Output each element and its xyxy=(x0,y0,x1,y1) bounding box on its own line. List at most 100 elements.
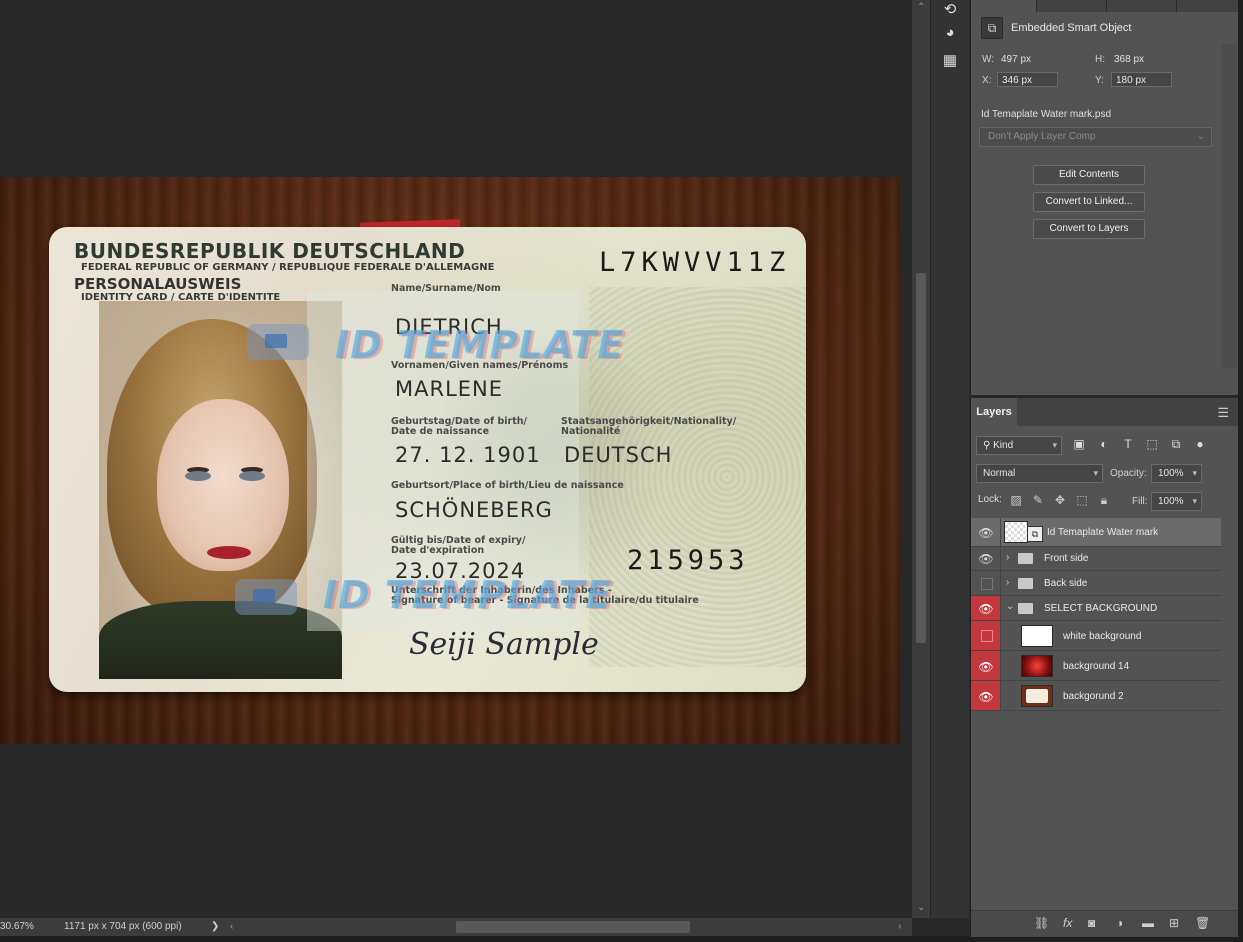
layer-name[interactable]: Back side xyxy=(1044,578,1087,589)
edit-contents-button[interactable]: Edit Contents xyxy=(1033,165,1145,185)
y-position-input[interactable]: 180 px xyxy=(1111,72,1172,87)
visibility-toggle[interactable]: 👁︎ xyxy=(971,596,1001,620)
pob-value: SCHÖNEBERG xyxy=(395,498,553,522)
horizontal-scrollbar-thumb[interactable] xyxy=(456,921,690,933)
visibility-toggle[interactable]: 👁︎ xyxy=(971,518,1001,546)
chevron-right-icon[interactable]: › xyxy=(1006,552,1009,563)
lock-artboard-icon[interactable]: ⬚ xyxy=(1075,493,1089,507)
lock-transparent-icon[interactable]: ▨ xyxy=(1009,493,1023,507)
layer-name[interactable]: Id Temaplate Water mark xyxy=(1047,527,1158,538)
scroll-up-icon[interactable]: ⌃ xyxy=(917,2,925,13)
lock-brush-icon[interactable]: ✎ xyxy=(1031,493,1045,507)
id-card: BUNDESREPUBLIK DEUTSCHLAND FEDERAL REPUB… xyxy=(49,227,806,692)
chevron-down-icon: ⌄ xyxy=(1196,131,1205,142)
chevron-right-icon[interactable]: › xyxy=(1006,577,1009,588)
layer-name[interactable]: backgorund 2 xyxy=(1063,691,1124,702)
watermark-logo-icon xyxy=(247,324,309,360)
new-group-icon[interactable]: ▬ xyxy=(1142,916,1154,930)
folder-icon xyxy=(1018,578,1033,589)
visibility-toggle[interactable]: 👁︎ xyxy=(971,681,1001,710)
tab-properties[interactable] xyxy=(971,0,1037,12)
adjustment-layer-icon[interactable]: ◑ xyxy=(1116,916,1123,930)
type-filter-icon[interactable]: T xyxy=(1121,437,1135,451)
layer-name[interactable]: background 14 xyxy=(1063,661,1129,672)
panel-menu-icon[interactable]: ☰ xyxy=(1217,405,1229,421)
layer-comp-value: Don't Apply Layer Comp xyxy=(988,131,1096,142)
layer-row[interactable]: 👁︎ › Front side xyxy=(971,546,1221,571)
status-arrow-icon[interactable]: ❯ xyxy=(211,921,219,932)
layer-name[interactable]: SELECT BACKGROUND xyxy=(1044,603,1157,614)
canvas-vertical-scrollbar[interactable]: ⌃ ⌄ xyxy=(912,0,930,918)
scrollbar-thumb[interactable] xyxy=(916,273,926,643)
can-number: 215953 xyxy=(627,545,749,576)
lock-move-icon[interactable]: ✥ xyxy=(1053,493,1067,507)
layer-row[interactable]: 👁︎ background 14 xyxy=(971,651,1221,681)
tab-libraries[interactable] xyxy=(1106,0,1177,12)
layer-comp-dropdown[interactable]: Don't Apply Layer Comp ⌄ xyxy=(979,127,1212,147)
filter-toggle-icon[interactable]: ● xyxy=(1193,437,1207,451)
surname-label: Name/Surname/Nom xyxy=(391,283,501,294)
document-info[interactable]: 1171 px x 704 px (600 ppi) xyxy=(64,921,182,932)
height-label: H: xyxy=(1095,54,1105,65)
fill-value: 100% xyxy=(1158,496,1184,507)
adjustment-filter-icon[interactable]: ◐ xyxy=(1097,437,1111,451)
smart-object-filter-icon[interactable]: ⧉ xyxy=(1169,437,1183,451)
opacity-label: Opacity: xyxy=(1110,468,1147,479)
fill-label: Fill: xyxy=(1132,496,1148,507)
fill-input[interactable]: 100% ▾ xyxy=(1151,492,1202,511)
convert-to-linked-button[interactable]: Convert to Linked... xyxy=(1033,192,1145,212)
grid-table-icon[interactable]: ▦ xyxy=(940,51,960,71)
scroll-left-icon[interactable]: ‹ xyxy=(230,921,233,932)
add-mask-icon[interactable]: ◙ xyxy=(1088,916,1095,930)
convert-to-layers-button[interactable]: Convert to Layers xyxy=(1033,219,1145,239)
trash-icon[interactable]: 🗑︎ xyxy=(1195,916,1210,930)
nationality-value: DEUTSCH xyxy=(564,443,673,467)
x-position-input[interactable]: 346 px xyxy=(997,72,1058,87)
link-layers-icon[interactable]: ⛓ xyxy=(1034,916,1049,930)
visibility-toggle[interactable] xyxy=(971,621,1001,650)
visibility-toggle[interactable] xyxy=(971,571,1001,595)
new-layer-icon[interactable]: ⊞ xyxy=(1169,916,1179,930)
history-icon[interactable]: ⟲ xyxy=(940,0,960,20)
layer-row[interactable]: 👁︎ ⌄ SELECT BACKGROUND xyxy=(971,596,1221,621)
fx-icon[interactable]: fx xyxy=(1063,916,1072,930)
document-image[interactable]: BUNDESREPUBLIK DEUTSCHLAND FEDERAL REPUB… xyxy=(0,177,900,744)
dob-value: 27. 12. 1901 xyxy=(395,443,541,467)
hidden-box-icon xyxy=(981,578,993,590)
layer-row[interactable]: 👁︎ backgorund 2 xyxy=(971,681,1221,711)
blend-mode-dropdown[interactable]: Normal ▾ xyxy=(976,464,1103,483)
opacity-input[interactable]: 100% ▾ xyxy=(1151,464,1202,483)
portrait-eye-right xyxy=(239,471,265,481)
properties-scrollbar[interactable] xyxy=(1222,44,1237,368)
layer-row[interactable]: › Back side xyxy=(971,571,1221,596)
tab-layers[interactable]: Layers xyxy=(971,398,1017,426)
eye-icon: 👁︎ xyxy=(978,602,994,616)
height-value[interactable]: 368 px xyxy=(1114,54,1144,65)
lock-all-icon[interactable]: 🔒︎ xyxy=(1097,493,1111,507)
visibility-toggle[interactable]: 👁︎ xyxy=(971,651,1001,680)
expiry-label-2: Date d'expiration xyxy=(391,545,485,556)
pixel-filter-icon[interactable]: ▣ xyxy=(1072,437,1086,451)
document-canvas[interactable]: BUNDESREPUBLIK DEUTSCHLAND FEDERAL REPUB… xyxy=(0,0,912,918)
filter-kind-dropdown[interactable]: ⚲ Kind ▾ xyxy=(976,436,1062,455)
width-value[interactable]: 497 px xyxy=(1001,54,1031,65)
scroll-right-icon[interactable]: › xyxy=(898,921,901,932)
color-palette-icon[interactable]: ◕ xyxy=(940,23,960,43)
watermark-logo-icon xyxy=(235,579,297,615)
watermark-text-top: ID TEMPLATE xyxy=(335,323,625,367)
layer-row[interactable]: 👁︎ ⧉ Id Temaplate Water mark xyxy=(971,518,1221,547)
visibility-toggle[interactable]: 👁︎ xyxy=(971,546,1001,570)
card-subtitle: FEDERAL REPUBLIC OF GERMANY / REPUBLIQUE… xyxy=(81,262,495,273)
shape-filter-icon[interactable]: ⬚ xyxy=(1145,437,1159,451)
zoom-level[interactable]: 30.67% xyxy=(0,921,34,932)
layer-thumbnail xyxy=(1021,625,1053,647)
watermark-text-bottom: ID TEMPLATE xyxy=(323,573,613,617)
blend-mode-value: Normal xyxy=(983,468,1016,479)
layer-name[interactable]: white background xyxy=(1063,631,1141,642)
eye-icon: 👁︎ xyxy=(978,660,994,674)
tab-adjustments[interactable] xyxy=(1036,0,1107,12)
layer-row[interactable]: white background xyxy=(971,621,1221,651)
scroll-down-icon[interactable]: ⌄ xyxy=(917,902,925,913)
layer-name[interactable]: Front side xyxy=(1044,553,1088,564)
chevron-down-icon[interactable]: ⌄ xyxy=(1006,601,1014,612)
